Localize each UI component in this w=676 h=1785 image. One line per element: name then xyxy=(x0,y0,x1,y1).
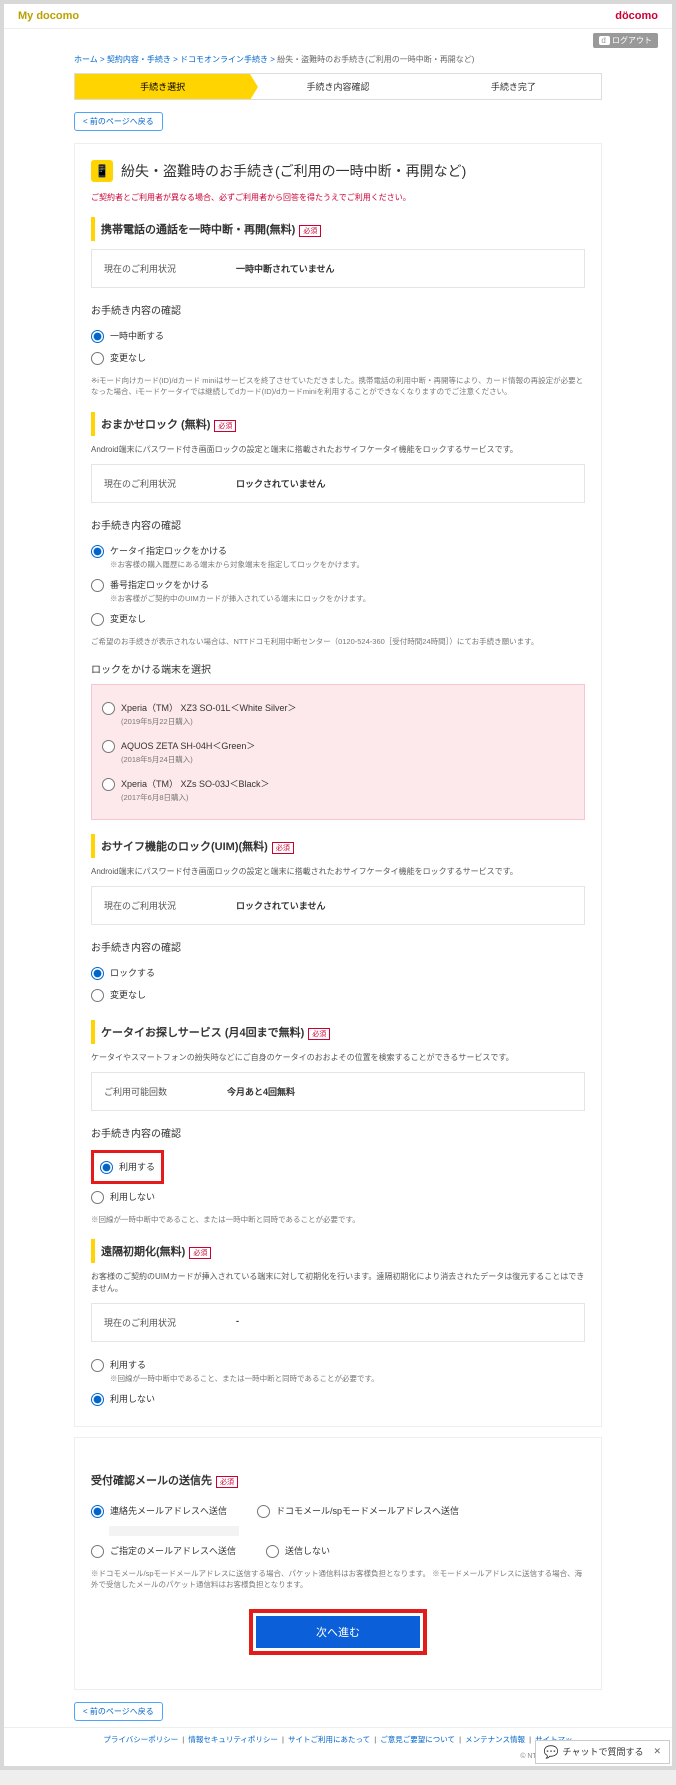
device-1[interactable]: Xperia（TM） XZ3 SO-01L＜White Silver＞(2019… xyxy=(102,695,574,733)
device-select-heading: ロックをかける端末を選択 xyxy=(91,661,585,676)
search-count: ご利用可能回数今月あと4回無料 xyxy=(91,1072,585,1111)
section-suspend-heading: 携帯電話の通話を一時中断・再開(無料)必須 xyxy=(91,217,585,241)
logo-docomo: döcomo xyxy=(615,10,658,22)
search-desc: ケータイやスマートフォンの紛失時などにご自身のケータイのおおよその位置を検索する… xyxy=(91,1052,585,1064)
crumb-contract[interactable]: 契約内容・手続き xyxy=(107,55,171,64)
footer-feedback[interactable]: ご意見ご要望について xyxy=(380,1735,455,1744)
omakase-desc: Android端末にパスワード付き画面ロックの設定と端末に搭載されたおサイフケー… xyxy=(91,444,585,456)
warning-text: ご契約者とご利用者が異なる場合、必ずご利用者から回答を得たうえでご利用ください。 xyxy=(91,192,585,203)
logo-mydocomo[interactable]: My docomo xyxy=(18,10,79,22)
crumb-home[interactable]: ホーム xyxy=(74,55,98,64)
back-button[interactable]: < 前のページへ戻る xyxy=(74,112,163,131)
suspend-confirm-heading: お手続き内容の確認 xyxy=(91,302,585,317)
radio-lock[interactable]: ロックする xyxy=(91,962,585,984)
close-icon[interactable]: ✕ xyxy=(653,1746,661,1757)
mail-note: ※ドコモメール/spモードメールアドレスに送信する場合、パケット通信料はお客様負… xyxy=(91,1568,585,1591)
footer-security[interactable]: 情報セキュリティポリシー xyxy=(188,1735,278,1744)
search-confirm-heading: お手続き内容の確認 xyxy=(91,1125,585,1140)
omakase-status: 現在のご利用状況ロックされていません xyxy=(91,464,585,503)
phone-lock-icon: 📱 xyxy=(91,160,113,182)
osaifu-status: 現在のご利用状況ロックされていません xyxy=(91,886,585,925)
highlight-use: 利用する xyxy=(91,1150,164,1184)
section-mail-heading: 受付確認メールの送信先必須 xyxy=(91,1468,585,1492)
crumb-online[interactable]: ドコモオンライン手続き xyxy=(180,55,268,64)
search-note: ※回線が一時中断中であること、または一時中断と同時であることが必要です。 xyxy=(91,1214,585,1225)
osaifu-desc: Android端末にパスワード付き画面ロックの設定と端末に搭載されたおサイフケー… xyxy=(91,866,585,878)
step-indicator: 手続き選択 手続き内容確認 手続き完了 xyxy=(74,73,602,100)
footer-maintenance[interactable]: メンテナンス情報 xyxy=(465,1735,525,1744)
step-3: 手続き完了 xyxy=(426,74,601,99)
radio-nochange-3[interactable]: 変更なし xyxy=(91,984,585,1006)
radio-notuse-search[interactable]: 利用しない xyxy=(91,1186,585,1208)
radio-mail-custom[interactable]: ご指定のメールアドレスへ送信 xyxy=(91,1540,236,1562)
radio-mail-contact[interactable]: 連絡先メールアドレスへ送信 xyxy=(91,1500,227,1522)
device-3[interactable]: Xperia（TM） XZs SO-03J＜Black＞(2017年6月8日購入… xyxy=(102,771,574,809)
step-1: 手続き選択 xyxy=(75,74,250,99)
radio-mail-none[interactable]: 送信しない xyxy=(266,1540,330,1562)
breadcrumb: ホーム > 契約内容・手続き > ドコモオンライン手続き > 紛失・盗難時のお手… xyxy=(4,52,672,67)
radio-suspend[interactable]: 一時中断する xyxy=(91,325,585,347)
step-2: 手続き内容確認 xyxy=(250,74,425,99)
next-button[interactable]: 次へ進む xyxy=(256,1616,420,1648)
chat-button[interactable]: 💬 チャットで質問する ✕ xyxy=(535,1740,670,1764)
highlight-next: 次へ進む xyxy=(249,1609,427,1655)
suspend-note: ※iモード向けカード(ID)/dカード miniはサービスを終了させていただきま… xyxy=(91,375,585,398)
suspend-status: 現在のご利用状況一時中断されていません xyxy=(91,249,585,288)
back-button-bottom[interactable]: < 前のページへ戻る xyxy=(74,1702,163,1721)
device-list: Xperia（TM） XZ3 SO-01L＜White Silver＞(2019… xyxy=(91,684,585,820)
logout-button[interactable]: ログアウト xyxy=(593,33,658,48)
omakase-note: ご希望のお手続きが表示されない場合は、NTTドコモ利用中断センター（0120-5… xyxy=(91,636,585,647)
remote-desc: お客様のご契約のUIMカードが挿入されている端末に対して初期化を行います。遠隔初… xyxy=(91,1271,585,1295)
radio-mail-docomo[interactable]: ドコモメール/spモードメールアドレスへ送信 xyxy=(257,1500,459,1522)
crumb-current: 紛失・盗難時のお手続き(ご利用の一時中断・再開など) xyxy=(277,55,474,64)
radio-notuse-remote[interactable]: 利用しない xyxy=(91,1388,585,1410)
radio-use-search[interactable]: 利用する xyxy=(100,1156,155,1178)
radio-number-lock[interactable]: 番号指定ロックをかける※お客様がご契約中のUIMカードが挿入されている端末にロッ… xyxy=(91,574,585,608)
footer-terms[interactable]: サイトご利用にあたって xyxy=(288,1735,370,1744)
remote-status: 現在のご利用状況- xyxy=(91,1303,585,1342)
section-osaifu-heading: おサイフ機能のロック(UIM)(無料)必須 xyxy=(91,834,585,858)
omakase-confirm-heading: お手続き内容の確認 xyxy=(91,517,585,532)
radio-keitai-lock[interactable]: ケータイ指定ロックをかける※お客様の購入履歴にある端末から対象端末を指定してロッ… xyxy=(91,540,585,574)
section-omakase-heading: おまかせロック (無料)必須 xyxy=(91,412,585,436)
radio-nochange-2[interactable]: 変更なし xyxy=(91,608,585,630)
radio-use-remote[interactable]: 利用する※回線が一時中断中であること、または一時中断と同時であることが必要です。 xyxy=(91,1354,585,1388)
section-remote-heading: 遠隔初期化(無料)必須 xyxy=(91,1239,585,1263)
radio-nochange-1[interactable]: 変更なし xyxy=(91,347,585,369)
masked-email xyxy=(109,1526,239,1536)
footer-privacy[interactable]: プライバシーポリシー xyxy=(103,1735,178,1744)
section-search-heading: ケータイお探しサービス (月4回まで無料)必須 xyxy=(91,1020,585,1044)
page-title: 紛失・盗難時のお手続き(ご利用の一時中断・再開など) xyxy=(121,161,466,181)
osaifu-confirm-heading: お手続き内容の確認 xyxy=(91,939,585,954)
chat-icon: 💬 xyxy=(544,1745,559,1759)
device-2[interactable]: AQUOS ZETA SH-04H＜Green＞(2018年5月24日購入) xyxy=(102,733,574,771)
